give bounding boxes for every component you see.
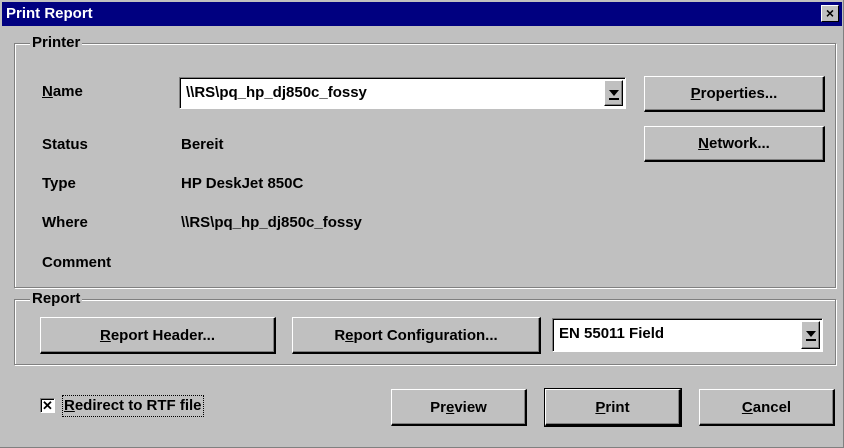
redirect-rest: edirect to RTF file	[74, 397, 202, 414]
comment-label: Comment	[42, 254, 112, 271]
preview-button[interactable]: Pr e view	[391, 389, 527, 426]
properties-button-mnemonic: P	[690, 85, 701, 102]
type-label: Type	[42, 175, 76, 192]
print-rest: rint	[605, 398, 630, 416]
name-label-mnemonic: N	[42, 83, 53, 100]
report-config-pre: R	[334, 326, 346, 344]
printer-name-value: \\RS\pq_hp_dj850c_fossy	[186, 84, 367, 101]
cancel-rest: ancel	[752, 398, 792, 416]
preview-mnemonic: e	[445, 398, 455, 416]
name-label-rest: ame	[52, 83, 83, 100]
properties-button[interactable]: Properties...	[644, 76, 825, 112]
type-value: HP DeskJet 850C	[181, 175, 304, 192]
print-report-dialog: Print Report × Printer Name \\RS\pq_hp_d…	[0, 0, 844, 448]
report-config-mnemonic: e	[345, 326, 354, 344]
network-button-mnemonic: N	[698, 135, 709, 152]
window-title: Print Report	[6, 5, 93, 22]
report-configuration-button[interactable]: Re port Configuration...	[292, 317, 541, 354]
redirect-mnemonic: R	[64, 397, 75, 414]
network-button[interactable]: Network...	[644, 126, 825, 162]
printer-dropdown-arrow-icon[interactable]	[604, 80, 623, 106]
report-type-dropdown-arrow-icon[interactable]	[801, 321, 820, 349]
title-bar[interactable]: Print Report ×	[2, 2, 842, 26]
printer-name-combobox[interactable]: \\RS\pq_hp_dj850c_fossy	[179, 77, 626, 109]
report-type-combobox[interactable]: EN 55011 Field	[552, 318, 823, 352]
network-button-rest: etwork...	[708, 135, 770, 152]
print-mnemonic: P	[595, 398, 606, 416]
print-button[interactable]: Print	[544, 388, 682, 427]
close-icon[interactable]: ×	[821, 5, 839, 22]
report-type-value: EN 55011 Field	[559, 325, 665, 342]
preview-rest: view	[454, 398, 487, 416]
properties-button-rest: roperties...	[700, 85, 778, 102]
redirect-checkbox-label[interactable]: Redirect to RTF file	[62, 395, 204, 417]
name-label: Name	[42, 83, 83, 101]
printer-group-label: Printer	[30, 34, 83, 51]
report-header-mnemonic: R	[99, 326, 111, 344]
cancel-button[interactable]: Cancel	[699, 389, 835, 426]
report-group-label: Report	[30, 290, 83, 307]
preview-pre: Pr	[430, 398, 446, 416]
cancel-mnemonic: C	[741, 398, 753, 416]
report-header-rest: eport Header...	[110, 326, 216, 344]
where-label: Where	[42, 214, 88, 231]
redirect-checkbox[interactable]: ✕	[40, 398, 55, 413]
status-label: Status	[42, 136, 88, 153]
report-header-button[interactable]: Report Header...	[40, 317, 276, 354]
status-value: Bereit	[181, 136, 224, 153]
where-value: \\RS\pq_hp_dj850c_fossy	[181, 214, 362, 231]
report-config-rest: port Configuration...	[353, 326, 498, 344]
